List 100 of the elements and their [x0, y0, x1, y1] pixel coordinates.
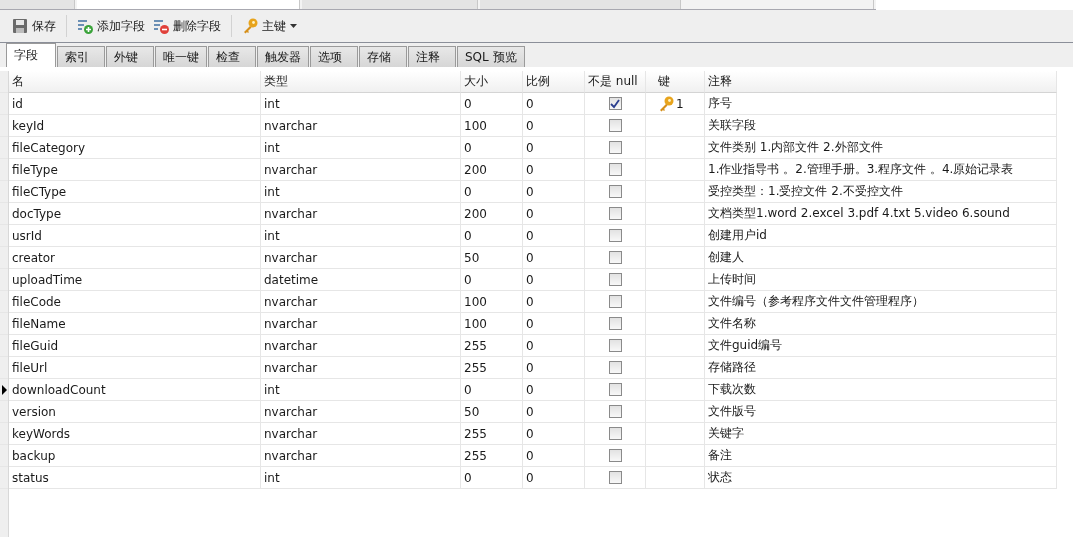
table-cell: 上传时间	[708, 271, 756, 288]
table-cell: 0	[464, 96, 472, 111]
table-cell: 存储路径	[708, 359, 756, 376]
table-cell: 0	[526, 162, 534, 177]
table-cell: nvarchar	[264, 448, 318, 463]
table-cell: int	[264, 184, 280, 199]
table-cell: status	[12, 470, 49, 485]
table-cell: fileCode	[12, 294, 61, 309]
table-cell: 0	[526, 316, 534, 331]
table-cell: 50	[464, 250, 480, 265]
table-cell: 文档类型1.word 2.excel 3.pdf 4.txt 5.video 6.sound	[708, 205, 1010, 222]
checkbox[interactable]	[608, 449, 622, 462]
tab[interactable]: 唯一键	[155, 46, 207, 67]
checkbox[interactable]	[608, 427, 622, 440]
table-cell: nvarchar	[264, 118, 318, 133]
table-cell: fileCType	[12, 184, 67, 199]
checkbox[interactable]	[608, 163, 622, 176]
document-tab[interactable]	[302, 0, 478, 9]
table-cell: 0	[526, 184, 534, 199]
checkbox[interactable]	[608, 97, 622, 110]
column-header[interactable]: 名	[9, 71, 261, 93]
remove-field-icon	[153, 18, 169, 34]
table-cell: 0	[526, 338, 534, 353]
delete-field-button[interactable]: 删除字段	[149, 15, 225, 37]
table-cell: 255	[464, 448, 487, 463]
checkbox[interactable]	[608, 229, 622, 242]
table-cell: datetime	[264, 272, 319, 287]
table-cell: 备注	[708, 447, 732, 464]
table-cell: 受控类型：1.受控文件 2.不受控文件	[708, 183, 903, 200]
table-cell: int	[264, 470, 280, 485]
table-cell: 0	[464, 228, 472, 243]
checkbox[interactable]	[608, 317, 622, 330]
checkbox[interactable]	[608, 273, 622, 286]
table-cell: 255	[464, 338, 487, 353]
tab[interactable]: 注释	[408, 46, 456, 67]
add-field-button[interactable]: 添加字段	[73, 15, 149, 37]
tab[interactable]: 触发器	[257, 46, 309, 67]
checkbox[interactable]	[608, 339, 622, 352]
table-cell: 下载次数	[708, 381, 756, 398]
check-icon	[610, 98, 620, 109]
document-tab[interactable]	[480, 0, 681, 9]
tab[interactable]: SQL 预览	[457, 46, 525, 67]
checkbox[interactable]	[608, 207, 622, 220]
table-cell: 200	[464, 162, 487, 177]
checkbox[interactable]	[608, 361, 622, 374]
table-cell: 0	[526, 250, 534, 265]
table-cell: nvarchar	[264, 404, 318, 419]
table-cell: downloadCount	[12, 382, 106, 397]
column-header[interactable]: 键	[646, 71, 705, 93]
table-cell: 0	[526, 360, 534, 375]
primary-key-button[interactable]: 主键	[238, 15, 301, 37]
table-cell: 100	[464, 294, 487, 309]
tab[interactable]: 外键	[106, 46, 154, 67]
table-cell: 0	[464, 140, 472, 155]
table-cell: int	[264, 140, 280, 155]
checkbox[interactable]	[608, 251, 622, 264]
table-cell: 创建人	[708, 249, 744, 266]
table-cell: nvarchar	[264, 338, 318, 353]
key-icon	[658, 95, 674, 112]
tab[interactable]: 检查	[208, 46, 256, 67]
table-cell: keyId	[12, 118, 45, 133]
tab[interactable]: 存储	[359, 46, 407, 67]
table-cell: 文件编号（参考程序文件文件管理程序）	[708, 293, 924, 310]
checkbox[interactable]	[608, 471, 622, 484]
tab[interactable]: 选项	[310, 46, 358, 67]
table-cell: 50	[464, 404, 480, 419]
table-cell: 0	[526, 118, 534, 133]
checkbox[interactable]	[608, 119, 622, 132]
table-cell: nvarchar	[264, 426, 318, 441]
checkbox[interactable]	[608, 141, 622, 154]
table-cell: backup	[12, 448, 56, 463]
table-cell: 0	[464, 382, 472, 397]
column-header[interactable]: 大小	[461, 71, 523, 93]
checkbox[interactable]	[608, 405, 622, 418]
column-header[interactable]: 比例	[523, 71, 585, 93]
checkbox[interactable]	[608, 295, 622, 308]
table-cell: 文件版号	[708, 403, 756, 420]
tab[interactable]: 索引	[57, 46, 105, 67]
table-cell: 255	[464, 360, 487, 375]
table-cell: fileUrl	[12, 360, 48, 375]
table-cell: 0	[526, 228, 534, 243]
column-header[interactable]: 类型	[261, 71, 461, 93]
table-cell: 0	[464, 272, 472, 287]
save-icon	[12, 18, 28, 34]
checkbox[interactable]	[608, 383, 622, 396]
checkbox[interactable]	[608, 185, 622, 198]
save-button[interactable]: 保存	[8, 15, 60, 37]
column-header[interactable]: 不是 null	[585, 71, 646, 93]
table-cell: 255	[464, 426, 487, 441]
tab[interactable]: 字段	[6, 43, 56, 67]
table-cell: usrId	[12, 228, 42, 243]
column-header[interactable]: 注释	[705, 71, 1057, 93]
document-tab[interactable]	[77, 0, 300, 9]
table-cell: uploadTime	[12, 272, 83, 287]
table-cell: 0	[526, 140, 534, 155]
table-cell: 序号	[708, 95, 732, 112]
table-cell: nvarchar	[264, 360, 318, 375]
document-tab[interactable]	[0, 0, 75, 9]
table-cell: id	[12, 96, 23, 111]
table-cell: 200	[464, 206, 487, 221]
